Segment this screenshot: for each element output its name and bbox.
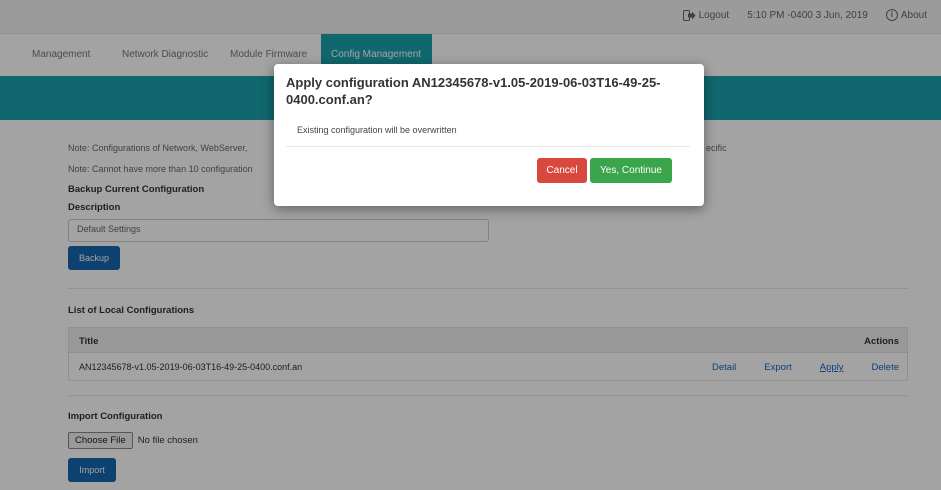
continue-button[interactable]: Yes, Continue <box>590 158 672 183</box>
dialog-title: Apply configuration AN12345678-v1.05-201… <box>286 75 661 107</box>
dialog-divider <box>286 146 690 147</box>
apply-confirm-dialog: Apply configuration AN12345678-v1.05-201… <box>274 64 704 206</box>
dialog-message: Existing configuration will be overwritt… <box>297 125 457 135</box>
cancel-button[interactable]: Cancel <box>537 158 587 183</box>
